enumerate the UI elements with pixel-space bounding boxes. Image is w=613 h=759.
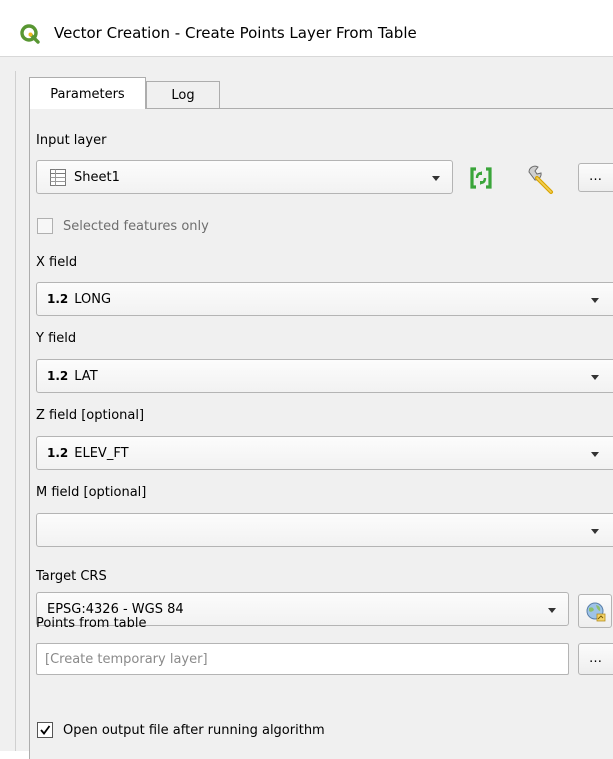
tab-log-label: Log [171, 88, 195, 103]
y-field-combo[interactable]: 1.2 LAT [36, 359, 613, 393]
chevron-down-icon [432, 176, 440, 181]
y-field-type-tag: 1.2 [47, 369, 69, 383]
window-title: Vector Creation - Create Points Layer Fr… [54, 24, 417, 42]
qgis-logo-icon [20, 24, 40, 44]
x-field-combo[interactable]: 1.2 LONG [36, 282, 613, 316]
tab-parameters[interactable]: Parameters [29, 77, 146, 109]
checkmark-icon [40, 725, 51, 735]
output-label: Points from table [36, 616, 147, 631]
chevron-down-icon [548, 608, 556, 613]
selected-features-label: Selected features only [63, 219, 209, 234]
y-field-label: Y field [36, 331, 77, 346]
x-field-value: LONG [74, 292, 112, 307]
frame-border [15, 71, 16, 751]
chevron-down-icon [591, 529, 599, 534]
iterate-icon[interactable] [467, 164, 495, 192]
browse-dots-label: … [589, 169, 602, 184]
chevron-down-icon [591, 452, 599, 457]
open-output-label: Open output file after running algorithm [63, 723, 325, 738]
chevron-down-icon [591, 375, 599, 380]
target-crs-label: Target CRS [36, 569, 107, 584]
browse-dots-label: … [589, 651, 602, 666]
m-field-label: M field [optional] [36, 485, 147, 500]
table-layer-icon [50, 169, 66, 186]
tab-parameters-label: Parameters [50, 87, 125, 102]
output-placeholder: [Create temporary layer] [45, 652, 208, 667]
globe-icon [586, 602, 606, 622]
z-field-type-tag: 1.2 [47, 446, 69, 460]
input-layer-browse-button[interactable]: … [578, 163, 613, 192]
open-output-checkbox[interactable] [37, 722, 53, 738]
z-field-combo[interactable]: 1.2 ELEV_FT [36, 436, 613, 470]
chevron-down-icon [591, 298, 599, 303]
selected-features-checkbox[interactable] [37, 218, 53, 234]
m-field-combo[interactable] [36, 513, 613, 547]
input-layer-combo[interactable]: Sheet1 [36, 160, 453, 194]
x-field-label: X field [36, 255, 78, 270]
x-field-type-tag: 1.2 [47, 292, 69, 306]
wrench-icon[interactable] [524, 163, 556, 195]
crs-selector-button[interactable] [578, 594, 612, 628]
title-bar: Vector Creation - Create Points Layer Fr… [0, 8, 613, 57]
output-browse-button[interactable]: … [578, 643, 613, 675]
y-field-value: LAT [74, 369, 98, 384]
z-field-value: ELEV_FT [74, 446, 129, 461]
output-destination-field[interactable]: [Create temporary layer] [36, 643, 569, 675]
input-layer-value: Sheet1 [74, 170, 120, 185]
background-window-strip [0, 0, 613, 8]
z-field-label: Z field [optional] [36, 408, 145, 423]
input-layer-label: Input layer [36, 133, 107, 148]
tab-log[interactable]: Log [146, 81, 220, 109]
target-crs-value: EPSG:4326 - WGS 84 [47, 602, 184, 617]
